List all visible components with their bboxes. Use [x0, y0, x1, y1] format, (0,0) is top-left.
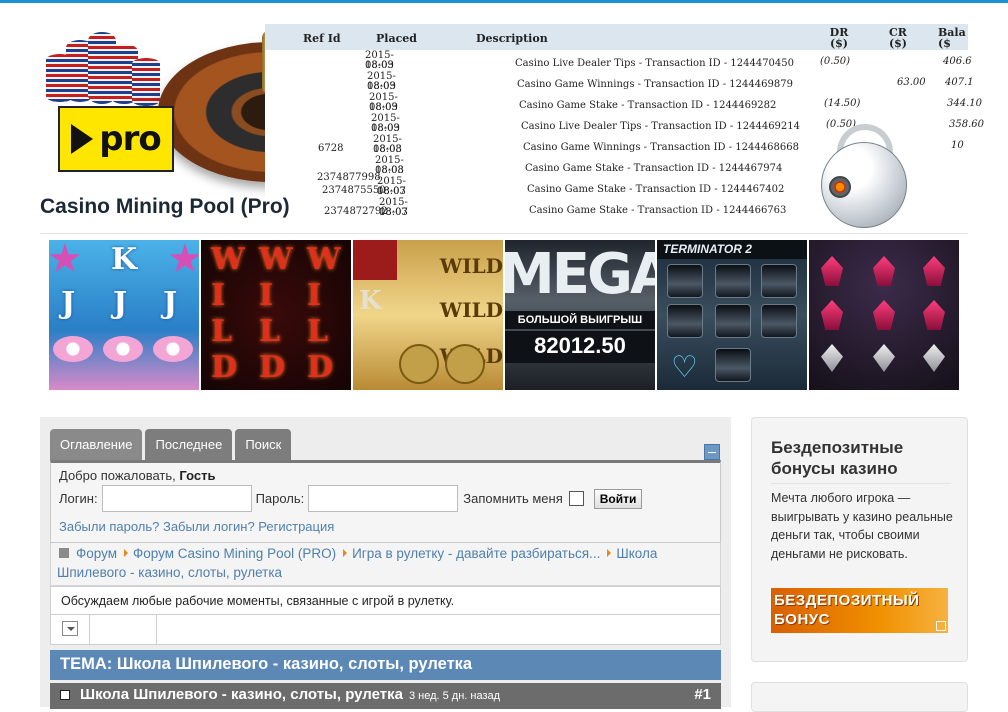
breadcrumb-item-pool[interactable]: Форум Casino Mining Pool (PRO) [133, 546, 336, 561]
top-accent-bar [0, 0, 1008, 3]
play-icon [71, 124, 94, 154]
statement-col-cr: CR ($) [888, 26, 908, 50]
breadcrumb-item-roulette[interactable]: Игра в рулетку - давайте разбираться... [352, 546, 600, 561]
statement-col-balance: Bala ($ [938, 26, 966, 50]
statement-description: Casino Live Dealer Tips - Transaction ID… [515, 58, 795, 69]
slot-letter: I [211, 278, 226, 313]
forgot-links[interactable]: Забыли пароль? Забыли логин? Регистрация [59, 519, 334, 534]
forum-home-icon [59, 548, 69, 558]
statement-balance: 358.60 [949, 119, 984, 130]
pro-logo-text: pro [99, 119, 161, 159]
statement-ref-extra: 2374877998 [317, 172, 381, 183]
slot-letter: D [259, 350, 286, 385]
sidebar-widget-2 [751, 682, 968, 712]
slot-letter: L [259, 314, 281, 349]
breadcrumb: Форум Форум Casino Mining Pool (PRO) Игра … [50, 543, 721, 586]
slot-letter: I [259, 278, 274, 313]
robot-mascot-image [807, 124, 925, 242]
statement-col-dr: DR ($) [829, 26, 849, 50]
post-number[interactable]: #1 [694, 686, 711, 703]
statement-dr: (0.50) [820, 56, 851, 67]
topic-controls-row [50, 615, 721, 645]
login-label: Логин: [59, 491, 98, 506]
statement-balance: 10 [951, 140, 964, 151]
slot-banner-mega-win[interactable]: MEGA БОЛЬШОЙ ВЫИГРЫШ 82012.50 [505, 240, 655, 390]
expand-icon [936, 621, 946, 631]
slot-banner-crystals[interactable] [809, 240, 959, 390]
slot-letter: L [307, 314, 329, 349]
forum-tabs: Оглавление Последнее Поиск [50, 429, 292, 460]
statement-description: Casino Game Stake - Transaction ID - 124… [527, 184, 785, 195]
slot-letter: L [211, 314, 233, 349]
statement-ref: 6728 [318, 143, 344, 154]
statement-description: Casino Game Stake - Transaction ID - 124… [525, 163, 783, 174]
slot-letter: D [211, 350, 238, 385]
forum-panel: Оглавление Последнее Поиск Добро пожалов… [40, 417, 731, 709]
post-icon [60, 690, 70, 700]
welcome-text: Добро пожаловать, Гость [59, 468, 216, 483]
statement-balance: 344.10 [947, 98, 982, 109]
dropdown-arrow-icon[interactable] [62, 621, 78, 636]
sidebar-bonus-widget: Бездепозитные бонусы казино Мечта любого… [751, 417, 968, 662]
post-header: Школа Шпилевого - казино, слоты, рулетка… [50, 683, 721, 709]
password-input[interactable] [308, 485, 459, 512]
post-meta: 3 нед. 5 дн. назад [408, 690, 501, 702]
tab-latest[interactable]: Последнее [145, 429, 233, 460]
breadcrumb-arrow-icon [607, 549, 612, 557]
statement-description: Casino Game Stake - Transaction ID - 124… [519, 100, 777, 111]
statement-header-row: Ref Id Placed Description DR ($) CR ($) … [265, 24, 968, 50]
robot-eye [829, 176, 851, 198]
slot-letter: W [211, 242, 245, 277]
statement-col-ref: Ref Id [303, 32, 341, 45]
pro-logo[interactable]: pro [58, 106, 174, 172]
statement-col-placed: Placed [376, 32, 417, 45]
post-title[interactable]: Школа Шпилевого - казино, слоты, рулетка [80, 686, 403, 703]
no-deposit-bonus-banner[interactable]: БЕЗДЕПОЗИТНЫЙ БОНУС [771, 588, 948, 633]
slot-banners: ★ ★ K J J J WWWIIILLLDDD K WILD WILD WIL… [49, 240, 959, 390]
login-box: Добро пожаловать, Гость Логин: Пароль: З… [50, 460, 721, 543]
tab-contents[interactable]: Оглавление [50, 429, 143, 460]
login-input[interactable] [101, 485, 252, 512]
banner-line-1: БЕЗДЕПОЗИТНЫЙ [774, 592, 920, 609]
tab-search[interactable]: Поиск [235, 429, 292, 460]
remember-label: Запомнить меня [463, 491, 563, 506]
slot-letter: I [307, 278, 322, 313]
slot-banner-pearls[interactable]: ★ ★ K J J J [49, 240, 199, 390]
statement-balance: 407.1 [945, 77, 974, 88]
topic-title-bar: ТЕМА: Школа Шпилевого - казино, слоты, р… [50, 650, 721, 680]
welcome-username: Гость [179, 468, 216, 483]
statement-cr: 63.00 [897, 77, 926, 88]
statement-col-description: Description [476, 32, 548, 45]
breadcrumb-item-forum[interactable]: Форум [76, 546, 117, 561]
header-divider [40, 233, 968, 234]
remember-checkbox[interactable] [568, 491, 584, 506]
slot-banner-wild-red[interactable]: WWWIIILLLDDD [201, 240, 351, 390]
statement-description: Casino Live Dealer Tips - Transaction ID… [521, 121, 801, 132]
slot-letter: W [259, 242, 293, 277]
statement-description: Casino Game Winnings - Transaction ID - … [523, 142, 799, 153]
slot-banner-wild-gold[interactable]: K WILD WILD WILD [353, 240, 503, 390]
login-button[interactable]: Войти [593, 488, 643, 509]
breadcrumb-arrow-icon [124, 549, 129, 557]
statement-dr: (14.50) [824, 98, 861, 109]
password-label: Пароль: [255, 491, 305, 506]
site-title[interactable]: Casino Mining Pool (Pro) [40, 195, 290, 219]
login-form: Логин: Пароль: Запомнить меня Войти [59, 485, 643, 512]
banner-line-2: БОНУС [774, 611, 830, 628]
sidebar-text: Мечта любого игрока — выигрывать у казин… [771, 491, 953, 561]
slot-letter: D [307, 350, 334, 385]
slot-banner-terminator[interactable]: TERMINATOR 2 ♡ [657, 240, 807, 390]
slot-letter: W [307, 242, 341, 277]
statement-description: Casino Game Winnings - Transaction ID - … [517, 79, 793, 90]
statement-balance: 406.6 [943, 56, 972, 67]
statement-description: Casino Game Stake - Transaction ID - 124… [529, 205, 787, 216]
collapse-toggle-icon[interactable] [704, 444, 720, 460]
breadcrumb-arrow-icon [343, 549, 348, 557]
category-description: Обсуждаем любые рабочие моменты, связанн… [50, 586, 721, 615]
sidebar-title: Бездепозитные бонусы казино [771, 437, 951, 484]
